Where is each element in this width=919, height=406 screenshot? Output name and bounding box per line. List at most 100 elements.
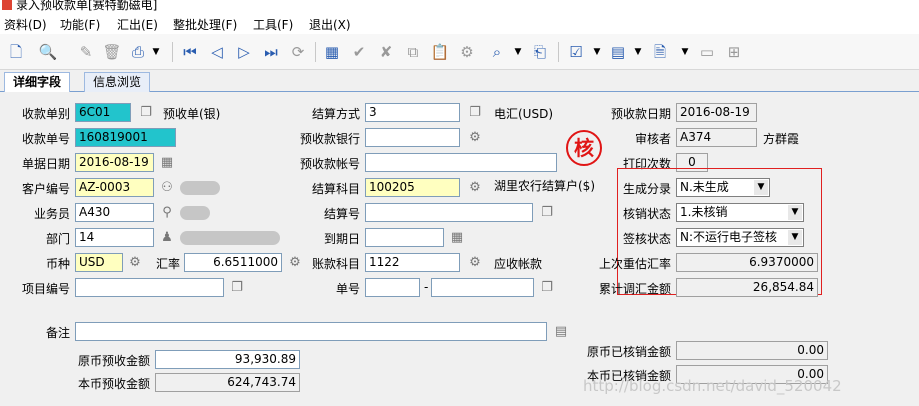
due-date-field[interactable] [365, 228, 444, 247]
check-list-icon[interactable]: ☑ [566, 42, 586, 62]
tab-info-browse[interactable]: 信息浏览 [84, 72, 151, 93]
orig-settled-field[interactable]: 0.00 [676, 341, 828, 360]
first-record-icon[interactable]: ⏮ [180, 42, 200, 62]
settle-no-field[interactable] [365, 203, 533, 222]
check-list-dropdown-icon[interactable]: ▼ [592, 42, 602, 62]
cancel-icon[interactable]: ✘ [376, 42, 396, 62]
paste-icon[interactable]: 📋 [430, 42, 450, 62]
search-dropdown-icon[interactable]: ▼ [513, 42, 523, 62]
local-prepay-field[interactable]: 624,743.74 [155, 373, 300, 392]
menu-bar: 资料(D) 功能(F) 汇出(E) 整批处理(F) 工具(F) 退出(X) [0, 13, 919, 34]
chevron-down-icon[interactable]: ▼ [788, 205, 802, 220]
edit-icon[interactable]: ✎ [76, 42, 96, 62]
prepay-date-label: 预收款日期 [610, 107, 671, 121]
customer-no-label: 客户编号 [21, 182, 70, 196]
new-doc-icon[interactable]: 🗋 [6, 42, 26, 62]
doc-date-field[interactable]: 2016-08-19 [75, 153, 154, 172]
menu-data[interactable]: 资料(D) [4, 16, 47, 33]
bank-lookup-icon[interactable]: ⚙ [467, 130, 483, 146]
prev-record-icon[interactable]: ◁ [207, 42, 227, 62]
ledger-subject-label: 账款科目 [311, 257, 360, 271]
refresh-icon[interactable]: ⟳ [288, 42, 308, 62]
receipt-no-field[interactable]: 160819001 [75, 128, 176, 147]
report-icon[interactable]: 🗎 [650, 42, 670, 62]
project-lookup-icon[interactable]: ❐ [229, 280, 245, 296]
single-no-end-field[interactable] [431, 278, 534, 297]
search-icon[interactable]: ⌕ [487, 42, 507, 62]
lookup-icon[interactable]: ❐ [138, 105, 154, 121]
layout-icon[interactable]: ▤ [608, 42, 628, 62]
currency-field[interactable]: USD [75, 253, 123, 272]
audit-status-select[interactable]: 1.未核销 ▼ [676, 203, 804, 222]
project-no-field[interactable] [75, 278, 224, 297]
prepay-date-field[interactable]: 2016-08-19 [676, 103, 757, 122]
settle-subject-lookup-icon[interactable]: ⚙ [467, 180, 483, 196]
calculator-icon[interactable]: ▦ [322, 42, 342, 62]
orig-settled-label: 原币已核销金额 [586, 345, 671, 359]
delete-icon[interactable]: 🗑 [102, 42, 122, 62]
account-field[interactable] [365, 153, 557, 172]
dept-icon[interactable]: ♟ [159, 230, 175, 246]
tab-detail-fields[interactable]: 详细字段 [4, 72, 71, 94]
single-no-lookup-icon[interactable]: ❐ [539, 280, 555, 296]
settle-method-label: 结算方式 [311, 107, 360, 121]
confirm-icon[interactable]: ✔ [349, 42, 369, 62]
last-rate-label: 上次重估汇率 [598, 257, 671, 271]
customer-lookup-icon[interactable]: ⚇ [159, 180, 175, 196]
report-dropdown-icon[interactable]: ▼ [680, 42, 690, 62]
next-record-icon[interactable]: ▷ [234, 42, 254, 62]
print-icon[interactable]: ⎙ [128, 42, 148, 62]
remark-expand-icon[interactable]: ▤ [553, 324, 569, 340]
customer-no-field[interactable]: AZ-0003 [75, 178, 154, 197]
settle-subject-field[interactable]: 100205 [365, 178, 460, 197]
chevron-down-icon[interactable]: ▼ [754, 180, 768, 195]
adjust-amount-field[interactable]: 26,854.84 [676, 278, 818, 297]
audit-status-value: 1.未核销 [680, 205, 728, 219]
settings-icon[interactable]: ⚙ [457, 42, 477, 62]
settle-no-lookup-icon[interactable]: ❐ [539, 205, 555, 221]
last-rate-field[interactable]: 6.9370000 [676, 253, 818, 272]
last-record-icon[interactable]: ⏭ [261, 42, 281, 62]
chevron-down-icon[interactable]: ▼ [788, 230, 802, 245]
attachment-icon[interactable]: ⎗ [530, 42, 550, 62]
copy-icon[interactable]: ⧉ [403, 42, 423, 62]
due-date-calendar-icon[interactable]: ▦ [449, 230, 465, 246]
salesman-field[interactable]: A430 [75, 203, 154, 222]
settle-method-name: 电汇(USD) [494, 107, 554, 121]
separator [172, 42, 173, 62]
menu-exit[interactable]: 退出(X) [309, 16, 351, 33]
calendar-icon[interactable]: ▦ [159, 155, 175, 171]
receipt-type-field[interactable]: 6C01 [75, 103, 131, 122]
gen-class-select[interactable]: N.未生成 ▼ [676, 178, 770, 197]
redacted-salesman-name [180, 206, 210, 220]
layout-dropdown-icon[interactable]: ▼ [633, 42, 643, 62]
settle-method-lookup-icon[interactable]: ❐ [467, 105, 483, 121]
print-dropdown-icon[interactable]: ▼ [151, 42, 161, 62]
ledger-subject-field[interactable]: 1122 [365, 253, 460, 272]
person-icon[interactable]: ⚲ [159, 205, 175, 221]
bank-label: 预收款银行 [299, 132, 360, 146]
settle-method-field[interactable]: 3 [365, 103, 460, 122]
menu-export[interactable]: 汇出(E) [117, 16, 158, 33]
local-prepay-label: 本币预收金额 [77, 377, 150, 391]
audit-status-label: 核销状态 [622, 207, 671, 221]
menu-batch[interactable]: 整批处理(F) [173, 16, 237, 33]
sign-status-select[interactable]: N:不运行电子签核 ▼ [676, 228, 804, 247]
auditor-field[interactable]: A374 [676, 128, 757, 147]
menu-tools[interactable]: 工具(F) [253, 16, 293, 33]
sign-icon[interactable]: ▭ [697, 42, 717, 62]
currency-lookup-icon[interactable]: ⚙ [127, 255, 143, 271]
bank-field[interactable] [365, 128, 460, 147]
watermark: http://blog.csdn.net/david_520042 [583, 377, 842, 395]
separator [558, 42, 559, 62]
remark-field[interactable] [75, 322, 547, 341]
rate-field[interactable]: 6.6511000 [184, 253, 282, 272]
query-icon[interactable]: 🔍 [38, 42, 58, 62]
single-no-start-field[interactable] [365, 278, 420, 297]
ledger-subject-name: 应收帐款 [494, 257, 543, 271]
orig-prepay-field[interactable]: 93,930.89 [155, 350, 300, 369]
ledger-subject-lookup-icon[interactable]: ⚙ [467, 255, 483, 271]
menu-function[interactable]: 功能(F) [60, 16, 100, 33]
dept-field[interactable]: 14 [75, 228, 154, 247]
flow-icon[interactable]: ⊞ [724, 42, 744, 62]
